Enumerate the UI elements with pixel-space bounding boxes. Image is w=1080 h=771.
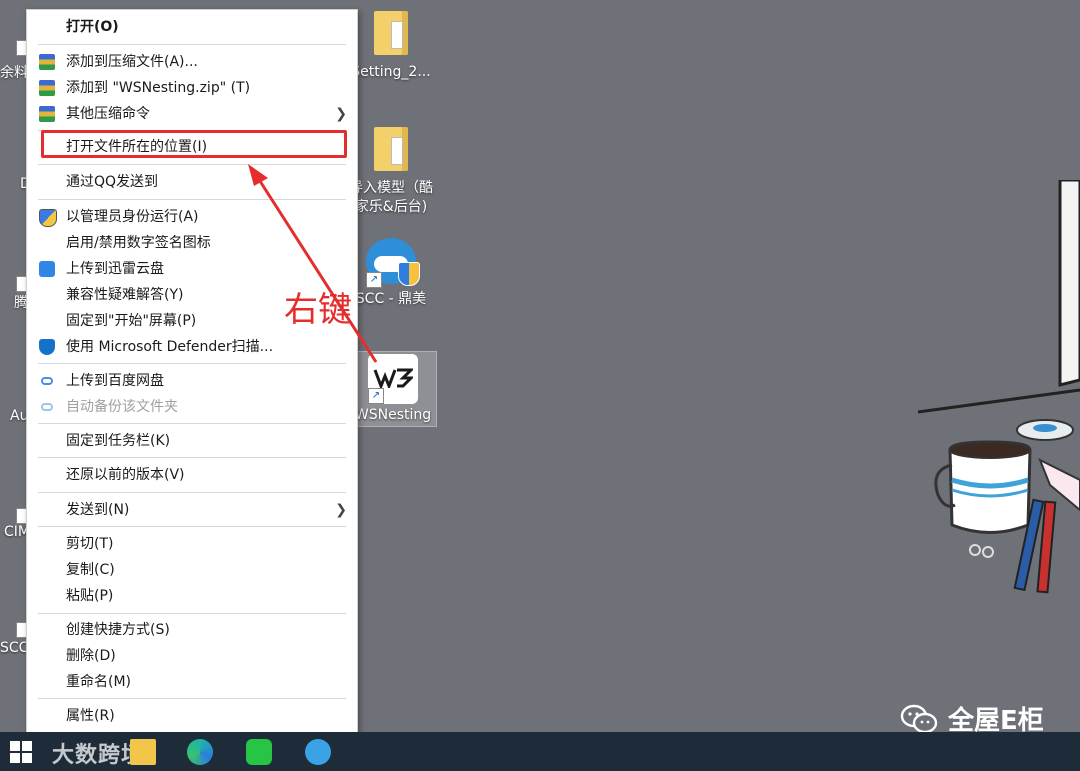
desktop: 余料 D 腾 Au CIM SCC Setting_2... 导入模型（酷 家乐…: [0, 0, 1080, 732]
wechat-logo-icon: [900, 704, 938, 732]
windows-start-icon[interactable]: [10, 741, 32, 763]
file-explorer-icon[interactable]: [130, 739, 156, 765]
edge-browser-icon[interactable]: [187, 739, 213, 765]
annotation-right-click-label: 右键: [284, 290, 352, 330]
taskbar: 大数跨境: [0, 732, 1080, 771]
annotation-arrow: [248, 164, 378, 363]
cloud-app-icon[interactable]: [305, 739, 331, 765]
wechat-icon[interactable]: [246, 739, 272, 765]
brand-watermark: 全屋E柜: [948, 706, 1044, 732]
